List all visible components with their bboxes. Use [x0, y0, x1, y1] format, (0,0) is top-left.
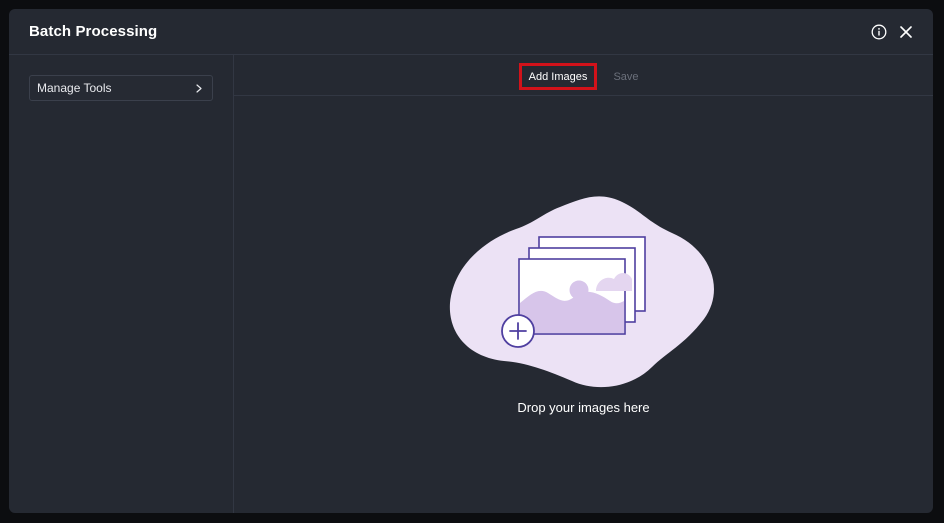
chevron-right-icon: [194, 83, 204, 93]
add-images-button[interactable]: Add Images: [519, 63, 597, 90]
sidebar-item-label: Manage Tools: [37, 81, 112, 95]
add-images-illustration: [449, 196, 714, 388]
close-icon[interactable]: [896, 22, 916, 42]
sidebar-item-manage-tools[interactable]: Manage Tools: [29, 75, 213, 101]
drop-images-text: Drop your images here: [517, 400, 650, 415]
sidebar: Manage Tools: [9, 55, 234, 513]
batch-processing-dialog: Batch Processing Manage Tools Add Images…: [9, 9, 933, 513]
info-icon[interactable]: [869, 22, 889, 42]
dialog-header: Batch Processing: [9, 9, 933, 55]
image-drop-zone[interactable]: Drop your images here: [234, 96, 933, 513]
save-button[interactable]: Save: [606, 63, 646, 90]
dialog-title: Batch Processing: [29, 23, 158, 40]
toolbar: Add Images Save: [234, 55, 933, 96]
